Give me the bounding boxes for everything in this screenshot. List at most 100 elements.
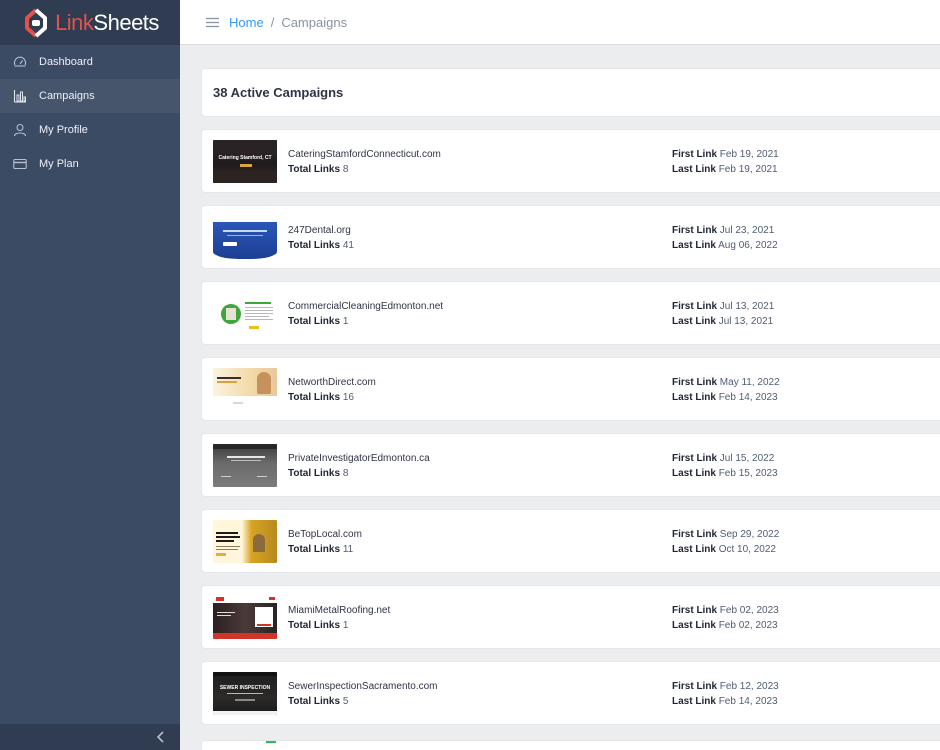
campaign-info: 247Dental.org Total Links 41 — [288, 223, 354, 253]
sidebar: LinkSheets Dashboard Campaigns My Profil… — [0, 0, 180, 750]
campaign-thumbnail[interactable] — [213, 596, 277, 639]
campaign-thumbnail[interactable] — [213, 368, 277, 411]
header: Home / Campaigns — [180, 0, 940, 45]
first-link-label: First Link — [672, 225, 718, 236]
sidebar-nav: Dashboard Campaigns My Profile My Plan — [0, 45, 180, 181]
last-link-date: Feb 15, 2023 — [718, 468, 778, 479]
campaign-domain[interactable]: SewerInspectionSacramento.com — [288, 679, 438, 694]
first-link-date: Sep 29, 2022 — [719, 529, 780, 540]
speedometer-icon — [13, 55, 27, 69]
first-link-date: Jul 13, 2021 — [719, 301, 775, 312]
total-links-label: Total Links — [288, 164, 341, 175]
campaign-domain[interactable]: NetworthDirect.com — [288, 375, 376, 390]
campaign-card[interactable]: PrivateInvestigatorEdmonton.ca Total Lin… — [201, 433, 940, 497]
breadcrumb-home-link[interactable]: Home — [229, 15, 264, 30]
last-link-date: Oct 10, 2022 — [718, 544, 776, 555]
campaign-info: CateringStamfordConnecticut.com Total Li… — [288, 147, 441, 177]
campaign-domain[interactable]: CateringStamfordConnecticut.com — [288, 147, 441, 162]
total-links-label: Total Links — [288, 468, 341, 479]
last-link-label: Last Link — [672, 240, 716, 251]
campaign-card[interactable]: 247Dental.org Total Links 41 First Link … — [201, 205, 940, 269]
campaign-card[interactable]: CommercialCleaningEdmonton.net Total Lin… — [201, 281, 940, 345]
campaign-thumbnail[interactable] — [213, 444, 277, 487]
brand-name-part1: Link — [55, 9, 94, 35]
last-link-label: Last Link — [672, 164, 716, 175]
campaign-card[interactable]: BeTopLocal.com Total Links 11 First Link… — [201, 509, 940, 573]
last-link-date: Jul 13, 2021 — [718, 316, 774, 327]
last-link-label: Last Link — [672, 468, 716, 479]
total-links-label: Total Links — [288, 392, 341, 403]
last-link-date: Aug 06, 2022 — [718, 240, 778, 251]
breadcrumb-separator: / — [270, 14, 275, 30]
total-links-label: Total Links — [288, 696, 341, 707]
campaign-thumbnail[interactable] — [213, 520, 277, 563]
sidebar-minimizer[interactable] — [0, 724, 180, 750]
first-link-label: First Link — [672, 377, 718, 388]
last-link-label: Last Link — [672, 544, 716, 555]
total-links-value: 8 — [342, 164, 349, 175]
total-links-value: 1 — [342, 316, 349, 327]
breadcrumb-current: Campaigns — [281, 14, 348, 30]
campaign-card[interactable]: NetworthDirect.com Total Links 16 First … — [201, 357, 940, 421]
total-links-value: 5 — [342, 696, 349, 707]
campaign-info: MiamiMetalRoofing.net Total Links 1 — [288, 603, 390, 633]
first-link-date: Jul 15, 2022 — [719, 453, 775, 464]
campaign-dates: First Link May 11, 2022 Last Link Feb 14… — [672, 375, 780, 405]
campaign-info: SewerInspectionSacramento.com Total Link… — [288, 679, 438, 709]
linksheets-logo-icon — [25, 8, 48, 37]
campaign-dates: First Link Feb 02, 2023 Last Link Feb 02… — [672, 603, 779, 633]
campaign-card[interactable]: SEWER INSPECTION SewerInspectionSacramen… — [201, 661, 940, 725]
first-link-label: First Link — [672, 605, 718, 616]
campaign-domain[interactable]: MiamiMetalRoofing.net — [288, 603, 390, 618]
total-links-value: 11 — [342, 544, 354, 555]
last-link-date: Feb 14, 2023 — [718, 696, 778, 707]
first-link-date: Feb 12, 2023 — [719, 681, 779, 692]
first-link-date: Jul 23, 2021 — [719, 225, 775, 236]
campaign-card-partial[interactable] — [201, 740, 940, 750]
last-link-label: Last Link — [672, 392, 716, 403]
campaign-card[interactable]: MiamiMetalRoofing.net Total Links 1 Firs… — [201, 585, 940, 649]
sidebar-item-my-plan[interactable]: My Plan — [0, 147, 180, 181]
last-link-date: Feb 19, 2021 — [718, 164, 778, 175]
total-links-label: Total Links — [288, 316, 341, 327]
campaign-domain[interactable]: CommercialCleaningEdmonton.net — [288, 299, 443, 314]
campaign-dates: First Link Feb 12, 2023 Last Link Feb 14… — [672, 679, 779, 709]
campaign-domain[interactable]: 247Dental.org — [288, 223, 354, 238]
first-link-date: Feb 02, 2023 — [719, 605, 779, 616]
sidebar-item-label: My Plan — [39, 158, 79, 170]
first-link-label: First Link — [672, 529, 718, 540]
first-link-label: First Link — [672, 453, 718, 464]
brand[interactable]: LinkSheets — [0, 0, 180, 45]
campaign-card[interactable]: Catering Stamford, CT CateringStamfordCo… — [201, 129, 940, 193]
campaign-thumbnail[interactable] — [213, 292, 277, 335]
page-title: 38 Active Campaigns — [213, 85, 344, 100]
total-links-label: Total Links — [288, 544, 341, 555]
total-links-label: Total Links — [288, 240, 341, 251]
sidebar-item-dashboard[interactable]: Dashboard — [0, 45, 180, 79]
page-title-card: 38 Active Campaigns — [201, 68, 940, 117]
total-links-value: 1 — [342, 620, 349, 631]
sidebar-item-campaigns[interactable]: Campaigns — [0, 79, 180, 113]
first-link-label: First Link — [672, 149, 718, 160]
campaign-thumbnail[interactable] — [213, 216, 277, 259]
campaign-info: PrivateInvestigatorEdmonton.ca Total Lin… — [288, 451, 430, 481]
campaign-thumbnail[interactable]: SEWER INSPECTION — [213, 672, 277, 715]
sidebar-item-my-profile[interactable]: My Profile — [0, 113, 180, 147]
breadcrumb: Home / Campaigns — [229, 15, 347, 30]
last-link-label: Last Link — [672, 316, 716, 327]
main-content: 38 Active Campaigns Catering Stamford, C… — [180, 46, 940, 750]
campaign-dates: First Link Jul 15, 2022 Last Link Feb 15… — [672, 451, 778, 481]
campaign-domain[interactable]: BeTopLocal.com — [288, 527, 362, 542]
brand-name-part2: Sheets — [93, 9, 159, 35]
thumbnail-edge — [266, 741, 276, 743]
campaign-domain[interactable]: PrivateInvestigatorEdmonton.ca — [288, 451, 430, 466]
total-links-value: 8 — [342, 468, 349, 479]
campaign-thumbnail[interactable]: Catering Stamford, CT — [213, 140, 277, 183]
total-links-value: 16 — [342, 392, 354, 403]
brand-name: LinkSheets — [55, 10, 159, 36]
hamburger-menu-icon[interactable] — [206, 17, 219, 28]
chevron-left-icon — [156, 731, 164, 743]
last-link-date: Feb 02, 2023 — [718, 620, 778, 631]
campaign-info: NetworthDirect.com Total Links 16 — [288, 375, 376, 405]
last-link-label: Last Link — [672, 620, 716, 631]
